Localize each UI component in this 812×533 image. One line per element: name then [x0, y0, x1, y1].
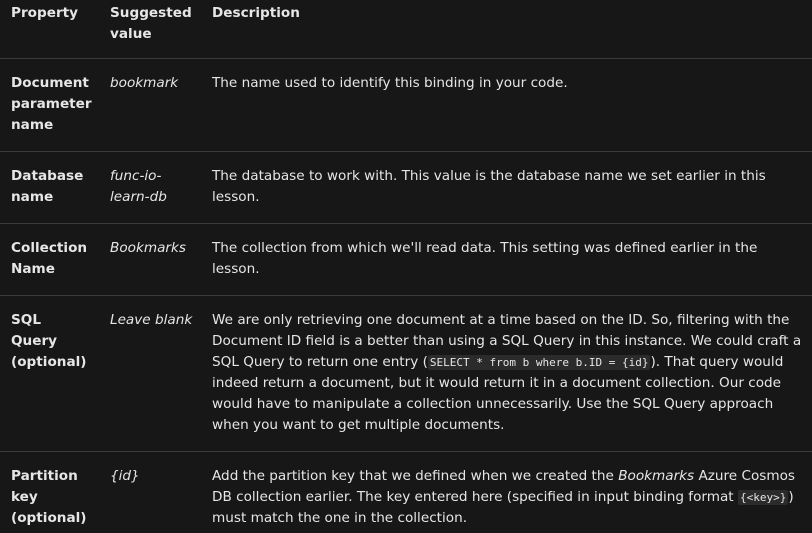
header-description: Description	[201, 0, 812, 59]
table-header-row: Property Suggested value Description	[0, 0, 812, 59]
description-cell: The collection from which we'll read dat…	[201, 224, 812, 296]
suggested-value-cell: {id}	[99, 452, 201, 533]
collection-name-emphasis: Bookmarks	[618, 468, 694, 484]
key-format-code: {<key>}	[738, 490, 788, 505]
suggested-value-cell: Bookmarks	[99, 224, 201, 296]
table-row: Collection Name Bookmarks The collection…	[0, 224, 812, 296]
suggested-value-cell: func-io-learn-db	[99, 152, 201, 224]
sql-query-code: SELECT * from b where b.ID = {id}	[428, 355, 651, 370]
description-cell: The database to work with. This value is…	[201, 152, 812, 224]
table-row: Document parameter name bookmark The nam…	[0, 59, 812, 152]
property-cell: SQL Query (optional)	[0, 296, 99, 452]
table-row: Partition key (optional) {id} Add the pa…	[0, 452, 812, 533]
description-cell: We are only retrieving one document at a…	[201, 296, 812, 452]
description-text: Add the partition key that we defined wh…	[212, 468, 618, 484]
property-cell: Document parameter name	[0, 59, 99, 152]
table-row: SQL Query (optional) Leave blank We are …	[0, 296, 812, 452]
description-cell: The name used to identify this binding i…	[201, 59, 812, 152]
suggested-value-cell: Leave blank	[99, 296, 201, 452]
binding-properties-table: Property Suggested value Description Doc…	[0, 0, 812, 533]
property-cell: Collection Name	[0, 224, 99, 296]
description-cell: Add the partition key that we defined wh…	[201, 452, 812, 533]
header-property: Property	[0, 0, 99, 59]
header-suggested-value: Suggested value	[99, 0, 201, 59]
suggested-value-cell: bookmark	[99, 59, 201, 152]
property-cell: Partition key (optional)	[0, 452, 99, 533]
table-row: Database name func-io-learn-db The datab…	[0, 152, 812, 224]
property-cell: Database name	[0, 152, 99, 224]
